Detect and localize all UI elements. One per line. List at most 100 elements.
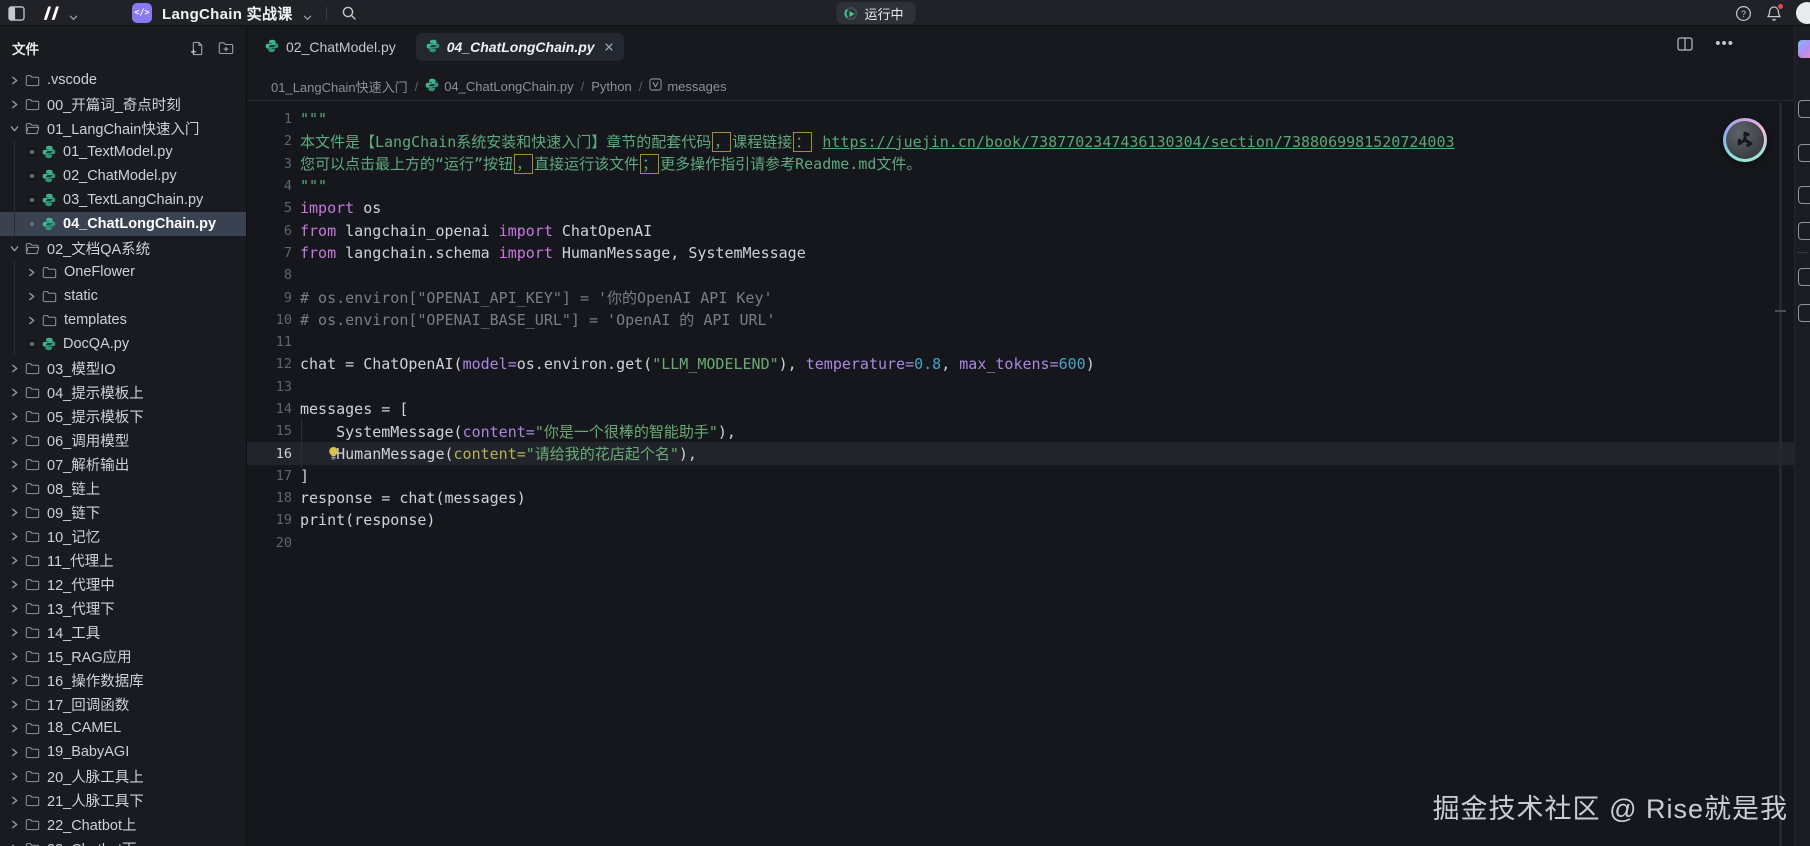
tree-item[interactable]: 20_人脉工具上 — [0, 764, 246, 788]
line-number[interactable]: 2 — [247, 133, 292, 149]
tree-item[interactable]: 02_ChatModel.py — [0, 164, 246, 188]
chevron-collapsed-icon[interactable] — [10, 484, 19, 493]
chevron-collapsed-icon[interactable] — [10, 604, 19, 613]
code-line[interactable]: 2本文件是【LangChain系统安装和快速入门】章节的配套代码，课程链接： h… — [247, 130, 1794, 152]
tree-item[interactable]: 03_模型IO — [0, 356, 246, 380]
new-folder-icon[interactable] — [218, 41, 234, 55]
right-panel-icon[interactable] — [1798, 268, 1810, 286]
chevron-collapsed-icon[interactable] — [27, 292, 36, 301]
tree-item[interactable]: templates — [0, 308, 246, 332]
chevron-collapsed-icon[interactable] — [10, 388, 19, 397]
intention-bulb-icon[interactable] — [327, 446, 340, 464]
code-line[interactable]: 11 — [247, 331, 1794, 353]
ai-assistant-button[interactable] — [1723, 118, 1767, 162]
line-number[interactable]: 4 — [247, 178, 292, 194]
code-line[interactable]: 6from langchain_openai import ChatOpenAI — [247, 219, 1794, 241]
code-line[interactable]: 17] — [247, 465, 1794, 487]
code-line[interactable]: 12chat = ChatOpenAI(model=os.environ.get… — [247, 353, 1794, 375]
tree-item[interactable]: 09_链下 — [0, 500, 246, 524]
help-icon[interactable]: ? — [1735, 5, 1752, 22]
code-line[interactable]: 18response = chat(messages) — [247, 487, 1794, 509]
line-number[interactable]: 19 — [247, 512, 292, 528]
tree-item[interactable]: 03_TextLangChain.py — [0, 188, 246, 212]
line-number[interactable]: 18 — [247, 490, 292, 506]
chevron-collapsed-icon[interactable] — [10, 364, 19, 373]
user-avatar[interactable] — [1796, 2, 1810, 24]
breadcrumb-item[interactable]: 01_LangChain快速入门 — [271, 77, 408, 96]
editor-tab[interactable]: 02_ChatModel.py — [255, 33, 406, 61]
run-status-button[interactable]: 运行中 — [836, 2, 915, 24]
ide-logo[interactable] — [41, 5, 78, 21]
breadcrumb-item[interactable]: messages — [649, 78, 726, 94]
chevron-collapsed-icon[interactable] — [10, 76, 19, 85]
line-number[interactable]: 10 — [247, 312, 292, 328]
tree-item[interactable]: 08_链上 — [0, 476, 246, 500]
chevron-expanded-icon[interactable] — [10, 124, 19, 133]
code-line[interactable]: 7from langchain.schema import HumanMessa… — [247, 242, 1794, 264]
chevron-collapsed-icon[interactable] — [10, 772, 19, 781]
tree-item[interactable]: 02_文档QA系统 — [0, 236, 246, 260]
tree-item[interactable]: 06_调用模型 — [0, 428, 246, 452]
tree-item[interactable]: 17_回调函数 — [0, 692, 246, 716]
new-file-icon[interactable] — [190, 41, 205, 56]
tree-item[interactable]: 23_Chatbot下 — [0, 836, 246, 846]
tree-item[interactable]: 13_代理下 — [0, 596, 246, 620]
line-number[interactable]: 11 — [247, 334, 292, 350]
line-number[interactable]: 5 — [247, 200, 292, 216]
tree-item[interactable]: 22_Chatbot上 — [0, 812, 246, 836]
chevron-collapsed-icon[interactable] — [10, 580, 19, 589]
tree-item[interactable]: 00_开篇词_奇点时刻 — [0, 92, 246, 116]
code-line[interactable]: 13 — [247, 376, 1794, 398]
line-number[interactable]: 9 — [247, 290, 292, 306]
chevron-collapsed-icon[interactable] — [10, 460, 19, 469]
line-number[interactable]: 17 — [247, 468, 292, 484]
chevron-collapsed-icon[interactable] — [27, 316, 36, 325]
line-number[interactable]: 20 — [247, 535, 292, 551]
tree-item[interactable]: 05_提示模板下 — [0, 404, 246, 428]
chevron-collapsed-icon[interactable] — [10, 532, 19, 541]
tree-item[interactable]: 21_人脉工具下 — [0, 788, 246, 812]
chevron-collapsed-icon[interactable] — [10, 796, 19, 805]
tree-item[interactable]: 11_代理上 — [0, 548, 246, 572]
right-panel-icon[interactable] — [1798, 222, 1810, 240]
code-line[interactable]: 1""" — [247, 108, 1794, 130]
chevron-collapsed-icon[interactable] — [10, 508, 19, 517]
right-panel-icon[interactable] — [1798, 144, 1810, 162]
chevron-collapsed-icon[interactable] — [10, 412, 19, 421]
tree-item[interactable]: 07_解析输出 — [0, 452, 246, 476]
code-line[interactable]: 8 — [247, 264, 1794, 286]
search-icon[interactable] — [341, 5, 357, 21]
code-line[interactable]: 20 — [247, 532, 1794, 554]
chevron-collapsed-icon[interactable] — [10, 556, 19, 565]
chevron-collapsed-icon[interactable] — [27, 268, 36, 277]
tree-item[interactable]: 18_CAMEL — [0, 716, 246, 740]
chevron-collapsed-icon[interactable] — [10, 436, 19, 445]
chevron-collapsed-icon[interactable] — [10, 724, 19, 733]
right-panel-icon[interactable] — [1798, 304, 1810, 322]
line-number[interactable]: 3 — [247, 156, 292, 172]
more-actions-icon[interactable]: ••• — [1715, 39, 1734, 49]
code-editor[interactable]: 1"""2本文件是【LangChain系统安装和快速入门】章节的配套代码，课程链… — [247, 101, 1794, 846]
code-line[interactable]: 5import os — [247, 197, 1794, 219]
breadcrumb-item[interactable]: 04_ChatLongChain.py — [425, 78, 573, 95]
chevron-collapsed-icon[interactable] — [10, 100, 19, 109]
line-number[interactable]: 8 — [247, 267, 292, 283]
chevron-collapsed-icon[interactable] — [10, 820, 19, 829]
line-number[interactable]: 15 — [247, 423, 292, 439]
chevron-expanded-icon[interactable] — [10, 244, 19, 253]
chevron-collapsed-icon[interactable] — [10, 700, 19, 709]
tree-item[interactable]: 12_代理中 — [0, 572, 246, 596]
chevron-collapsed-icon[interactable] — [10, 676, 19, 685]
tree-item[interactable]: 04_ChatLongChain.py — [0, 212, 246, 236]
code-line[interactable]: 15 SystemMessage(content="你是一个很棒的智能助手"), — [247, 420, 1794, 442]
tree-item[interactable]: 10_记忆 — [0, 524, 246, 548]
project-name[interactable]: LangChain 实战课 — [162, 3, 293, 24]
panel-toggle-icon[interactable] — [8, 6, 25, 21]
tree-item[interactable]: static — [0, 284, 246, 308]
notifications-bell-icon[interactable] — [1766, 5, 1782, 22]
line-number[interactable]: 12 — [247, 356, 292, 372]
chevron-collapsed-icon[interactable] — [10, 652, 19, 661]
right-panel-icon[interactable] — [1798, 100, 1810, 118]
code-line[interactable]: 3您可以点击最上方的“运行”按钮，直接运行该文件；更多操作指引请参考Readme… — [247, 153, 1794, 175]
code-line[interactable]: 9# os.environ["OPENAI_API_KEY"] = '你的Ope… — [247, 286, 1794, 308]
